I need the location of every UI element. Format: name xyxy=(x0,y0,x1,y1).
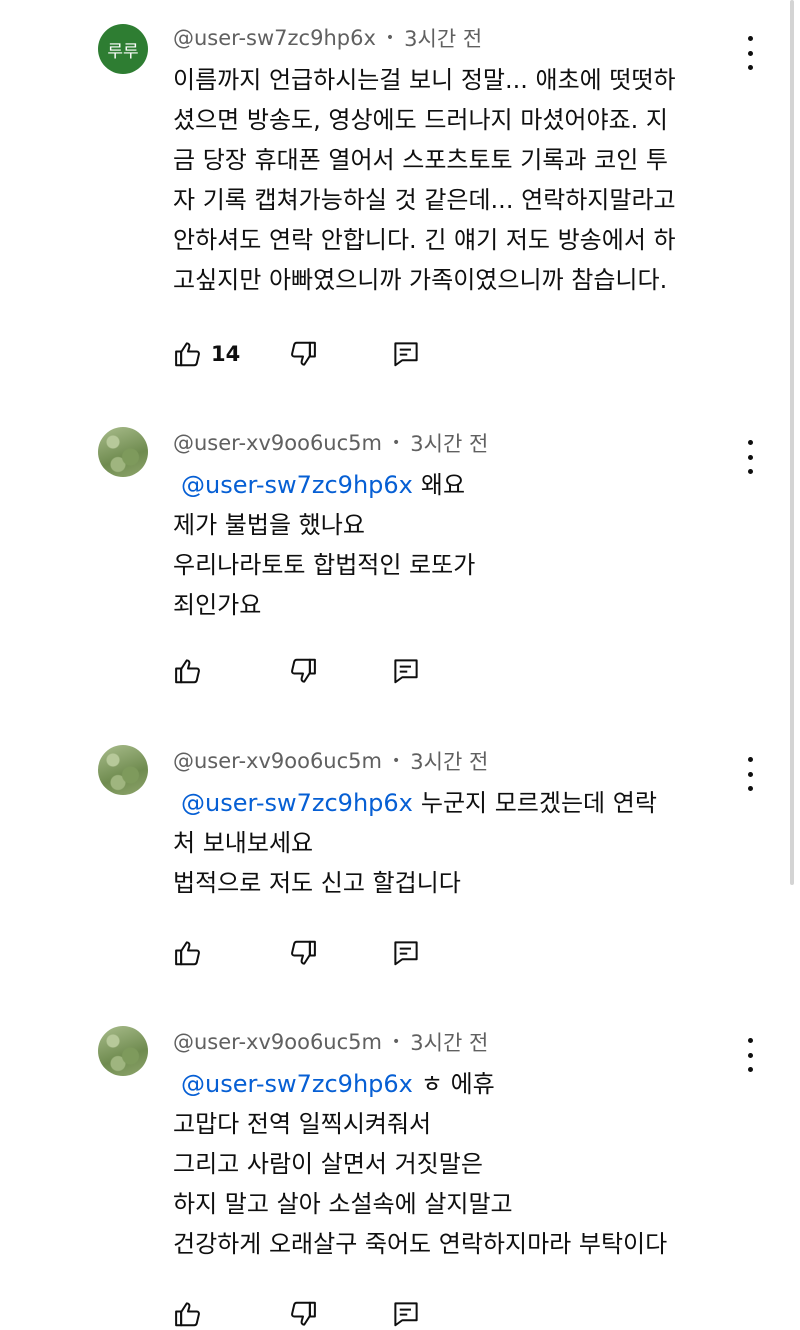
reply-icon xyxy=(394,1302,418,1327)
comment-line: 고맙다 전역 일찍시켜줘서 xyxy=(173,1110,432,1138)
dislike-button[interactable] xyxy=(288,655,318,687)
reply-button[interactable] xyxy=(391,1298,421,1330)
mention-link[interactable]: @user-sw7zc9hp6x xyxy=(181,471,413,499)
comment-header: @user-xv9oo6uc5m • 3시간 전 xyxy=(173,745,488,777)
timestamp: 3시간 전 xyxy=(404,27,483,51)
mention-link[interactable]: @user-sw7zc9hp6x xyxy=(181,1070,413,1098)
comment-actions xyxy=(173,1298,433,1330)
avatar[interactable]: 루루 xyxy=(98,24,148,74)
comment-text: @user-sw7zc9hp6x 왜요 제가 불법을 했나요 우리나라토토 합법적… xyxy=(173,465,753,625)
thumbs-up-icon xyxy=(175,659,200,684)
like-button[interactable]: 14 xyxy=(173,338,240,370)
comment-header: @user-xv9oo6uc5m • 3시간 전 xyxy=(173,427,488,459)
separator-dot: • xyxy=(385,30,395,46)
reply-button[interactable] xyxy=(391,655,421,687)
comment-line: 안하셔도 연락 안합니다. 긴 얘기 저도 방송에서 하 xyxy=(173,226,676,254)
comment-line: 고싶지만 아빠였으니까 가족이였으니까 참습니다. xyxy=(173,266,668,294)
author-name[interactable]: @user-xv9oo6uc5m xyxy=(173,431,382,455)
avatar[interactable] xyxy=(98,427,148,477)
comment-text: 이름까지 언급하시는걸 보니 정말... 애초에 떳떳하 셨으면 방송도, 영상… xyxy=(173,60,753,300)
comment-line: 법적으로 저도 신고 할겁니다 xyxy=(173,869,461,897)
comment-line: 죄인가요 xyxy=(173,591,262,619)
reply-icon xyxy=(394,659,418,684)
dislike-button[interactable] xyxy=(288,937,318,969)
dislike-button[interactable] xyxy=(288,1298,318,1330)
comment-line: 하지 말고 살아 소설속에 살지말고 xyxy=(173,1190,513,1218)
scrollbar[interactable] xyxy=(790,0,794,885)
comment-actions xyxy=(173,655,433,687)
separator-dot: • xyxy=(392,753,401,769)
comment-actions xyxy=(173,937,433,969)
thumbs-down-icon xyxy=(291,1301,316,1326)
comment-line: 처 보내보세요 xyxy=(173,829,314,857)
comment-header: @user-xv9oo6uc5m • 3시간 전 xyxy=(173,1026,488,1058)
thumbs-down-icon xyxy=(291,341,316,366)
thumbs-up-icon xyxy=(175,941,200,966)
thumbs-up-icon xyxy=(175,1302,200,1327)
comment-header: @user-sw7zc9hp6x • 3시간 전 xyxy=(173,22,482,54)
thumbs-up-icon xyxy=(175,342,200,367)
comment-line: 금 당장 휴대폰 열어서 스포츠토토 기록과 코인 투 xyxy=(173,146,669,174)
like-count: 14 xyxy=(211,342,241,366)
comment-line: 우리나라토토 합법적인 로또가 xyxy=(173,551,476,579)
comment-text: @user-sw7zc9hp6x ㅎ 에휴 고맙다 전역 일찍시켜줘서 그리고 사… xyxy=(173,1064,753,1264)
reply-icon xyxy=(394,941,418,966)
comment-line: @user-sw7zc9hp6x ㅎ 에휴 xyxy=(181,1070,495,1098)
thumbs-down-icon xyxy=(291,658,316,683)
timestamp: 3시간 전 xyxy=(410,432,489,456)
author-name[interactable]: @user-xv9oo6uc5m xyxy=(173,1030,382,1054)
comment-actions: 14 xyxy=(173,338,433,370)
comment-line: 이름까지 언급하시는걸 보니 정말... 애초에 떳떳하 xyxy=(173,66,676,94)
separator-dot: • xyxy=(392,1034,401,1050)
separator-dot: • xyxy=(392,435,401,451)
comment-line: 자 기록 캡쳐가능하실 것 같은데... 연락하지말라고 xyxy=(173,186,676,214)
reply-icon xyxy=(394,342,418,367)
timestamp: 3시간 전 xyxy=(410,1031,489,1055)
comment-line: 그리고 사람이 살면서 거짓말은 xyxy=(173,1150,483,1178)
avatar[interactable] xyxy=(98,1026,148,1076)
like-button[interactable] xyxy=(173,1298,203,1330)
comment-line: 제가 불법을 했나요 xyxy=(173,511,365,539)
like-button[interactable] xyxy=(173,937,203,969)
comment-text: @user-sw7zc9hp6x 누군지 모르겠는데 연락 처 보내보세요 법적으… xyxy=(173,783,753,903)
dislike-button[interactable] xyxy=(288,338,318,370)
comment-line: @user-sw7zc9hp6x 왜요 xyxy=(181,471,466,499)
reply-button[interactable] xyxy=(391,338,421,370)
thumbs-down-icon xyxy=(291,940,316,965)
comment-line: 셨으면 방송도, 영상에도 드러나지 마셨어야죠. 지 xyxy=(173,106,669,134)
author-name[interactable]: @user-sw7zc9hp6x xyxy=(173,26,376,50)
timestamp: 3시간 전 xyxy=(410,750,489,774)
comment-line: 건강하게 오래살구 죽어도 연락하지마라 부탁이다 xyxy=(173,1230,668,1258)
comment-line: @user-sw7zc9hp6x 누군지 모르겠는데 연락 xyxy=(181,789,657,817)
like-button[interactable] xyxy=(173,655,203,687)
author-name[interactable]: @user-xv9oo6uc5m xyxy=(173,749,382,773)
avatar[interactable] xyxy=(98,745,148,795)
mention-link[interactable]: @user-sw7zc9hp6x xyxy=(181,789,413,817)
reply-button[interactable] xyxy=(391,937,421,969)
